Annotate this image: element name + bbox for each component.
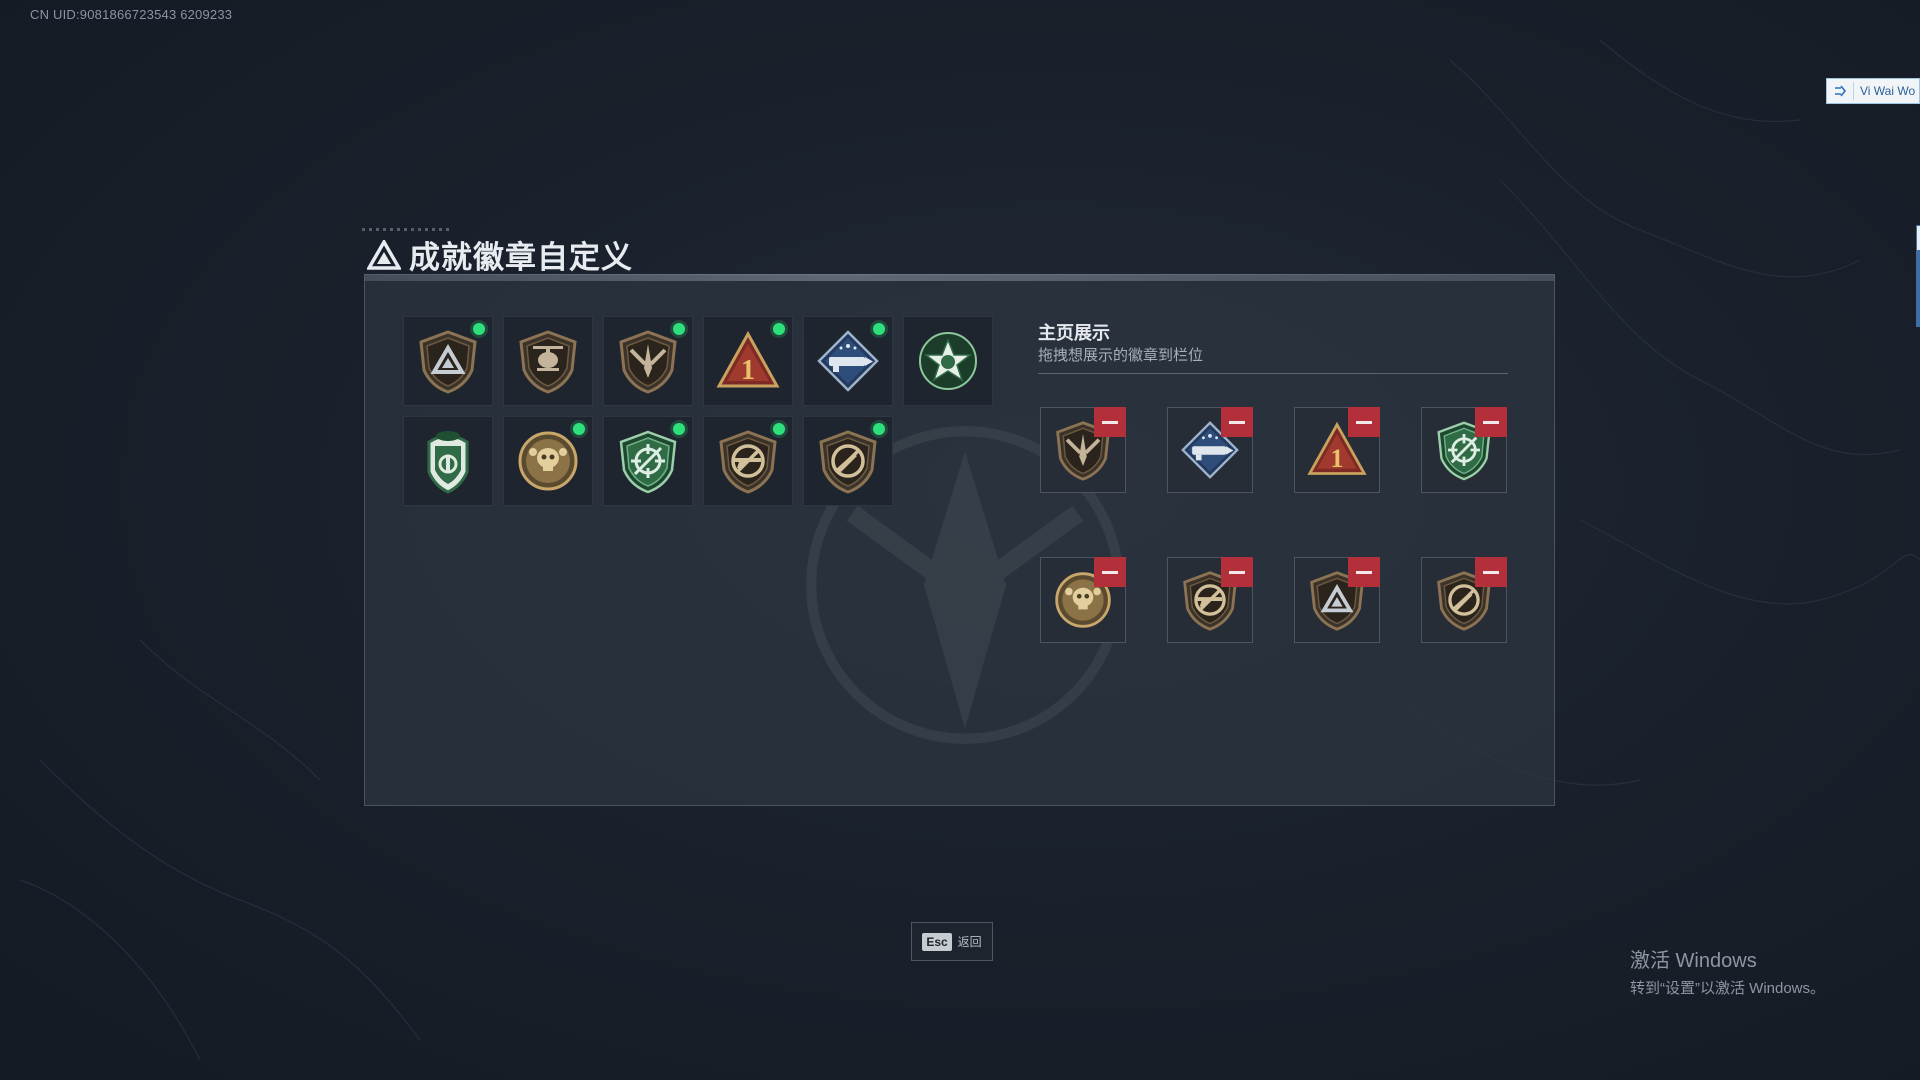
windows-activation-watermark: 激活 Windows 转到“设置”以激活 Windows。 — [1630, 944, 1825, 998]
remove-badge-button[interactable] — [1475, 407, 1507, 437]
showcase-title: 主页展示 — [1038, 323, 1110, 343]
esc-key-icon: Esc — [922, 932, 952, 951]
new-badge-dot — [573, 423, 585, 435]
new-badge-dot — [873, 423, 885, 435]
badge-slot-gold-skull-coin[interactable] — [503, 416, 593, 506]
new-badge-dot — [473, 323, 485, 335]
showcase-slot-rifle-no-shield[interactable] — [1167, 557, 1253, 643]
back-label: 返回 — [957, 935, 982, 949]
minus-icon — [1483, 420, 1499, 424]
badge-slot-rocket-diamond[interactable] — [803, 316, 893, 406]
badge-slot-helicopter-shield[interactable] — [503, 316, 593, 406]
green-crosshair-shield-badge-icon — [619, 430, 677, 494]
svg-text:1: 1 — [741, 355, 755, 386]
title-decoration — [362, 228, 452, 231]
showcase-slot-green-crosshair-shield[interactable] — [1421, 407, 1507, 493]
remove-badge-button[interactable] — [1094, 557, 1126, 587]
green-soldier-shield-badge-icon — [427, 431, 469, 494]
new-badge-dot — [673, 323, 685, 335]
remove-badge-button[interactable] — [1221, 407, 1253, 437]
gold-skull-coin-badge-icon — [518, 431, 578, 491]
exit-icon — [1831, 82, 1854, 100]
triangle-shield-badge-icon — [419, 330, 477, 394]
page-header: 成就徽章自定义 — [367, 232, 633, 277]
showcase-slot-number-one-triangle[interactable]: 1 — [1294, 407, 1380, 493]
helicopter-shield-badge-icon — [519, 330, 577, 394]
new-badge-dot — [773, 323, 785, 335]
knife-no-shield-badge-icon — [819, 430, 877, 494]
activation-title: 激活 Windows — [1630, 950, 1757, 972]
player-uid: CN UID:9081866723543 6209233 — [30, 7, 233, 22]
showcase-slot-rocket-diamond[interactable] — [1167, 407, 1253, 493]
badge-slot-green-star-wreath[interactable] — [903, 316, 993, 406]
remove-badge-button[interactable] — [1094, 407, 1126, 437]
new-badge-dot — [873, 323, 885, 335]
badge-slot-dagger-shield[interactable] — [603, 316, 693, 406]
rocket-diamond-badge-icon — [817, 330, 879, 392]
minus-icon — [1483, 570, 1499, 574]
page-title: 成就徽章自定义 — [409, 240, 633, 275]
showcase-slot-gold-skull-coin[interactable] — [1040, 557, 1126, 643]
minus-icon — [1356, 570, 1372, 574]
rifle-no-shield-badge-icon — [719, 430, 777, 494]
badge-slot-green-soldier-shield[interactable] — [403, 416, 493, 506]
badge-slot-rifle-no-shield[interactable] — [703, 416, 793, 506]
activation-hint: 转到“设置”以激活 Windows。 — [1630, 980, 1826, 997]
dagger-shield-badge-icon — [619, 330, 677, 394]
panel-top-bar — [364, 274, 1555, 281]
remove-badge-button[interactable] — [1221, 557, 1253, 587]
remove-badge-button[interactable] — [1475, 557, 1507, 587]
badge-slot-triangle-shield[interactable] — [403, 316, 493, 406]
number-one-triangle-badge-icon: 1 — [716, 330, 780, 388]
showcase-slot-triangle-shield[interactable] — [1294, 557, 1380, 643]
minus-icon — [1356, 420, 1372, 424]
minus-icon — [1229, 420, 1245, 424]
badge-slot-green-crosshair-shield[interactable] — [603, 416, 693, 506]
side-tag[interactable]: Vi Wai Wo — [1826, 78, 1920, 104]
new-badge-dot — [673, 423, 685, 435]
back-button[interactable]: Esc 返回 — [911, 922, 993, 961]
badge-slot-knife-no-shield[interactable] — [803, 416, 893, 506]
svg-text:1: 1 — [1330, 444, 1343, 473]
minus-icon — [1102, 570, 1118, 574]
showcase-slot-knife-no-shield[interactable] — [1421, 557, 1507, 643]
minus-icon — [1229, 570, 1245, 574]
delta-logo-icon — [367, 239, 401, 270]
remove-badge-button[interactable] — [1348, 557, 1380, 587]
remove-badge-button[interactable] — [1348, 407, 1380, 437]
side-tag-label: Vi Wai Wo — [1860, 84, 1916, 98]
new-badge-dot — [773, 423, 785, 435]
showcase-slot-dagger-shield[interactable] — [1040, 407, 1126, 493]
showcase-subtitle: 拖拽想展示的徽章到栏位 — [1038, 347, 1204, 364]
showcase-divider — [1038, 373, 1508, 374]
badge-slot-number-one-triangle[interactable]: 1 — [703, 316, 793, 406]
minus-icon — [1102, 420, 1118, 424]
green-star-wreath-badge-icon — [919, 332, 977, 390]
